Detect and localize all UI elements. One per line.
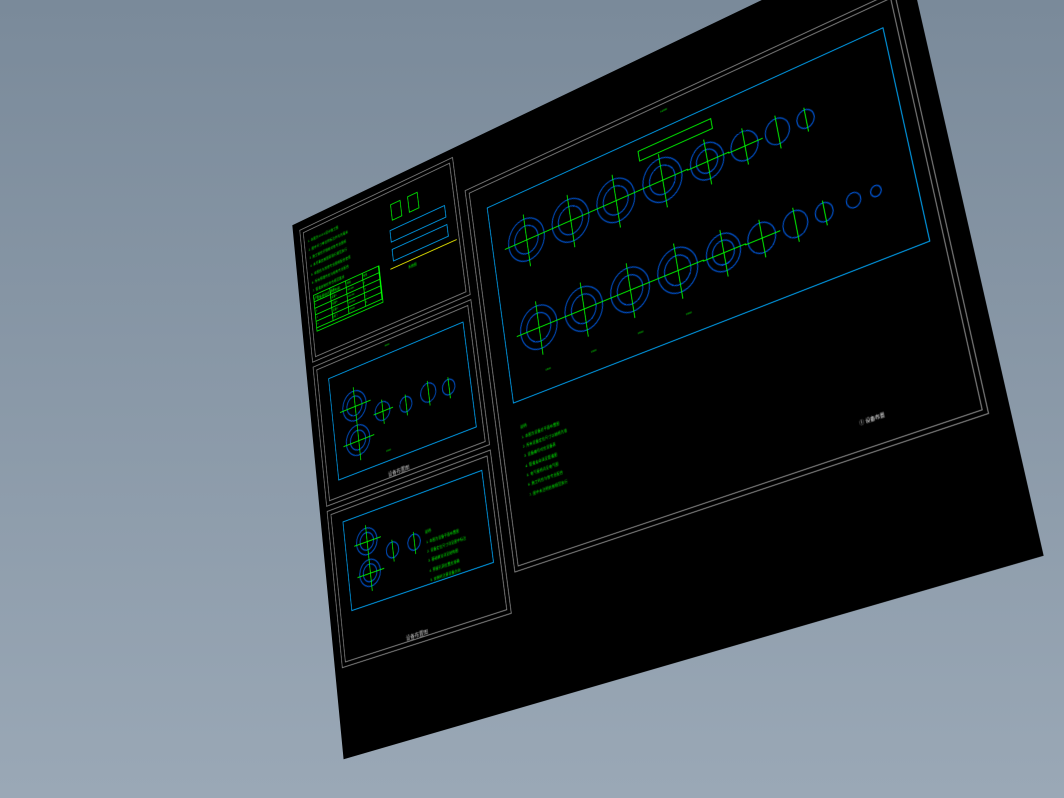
equipment-circle-s3-4	[407, 532, 422, 553]
diagram-label: 系统图	[408, 262, 417, 270]
cross-v	[413, 532, 416, 554]
cv	[719, 230, 728, 277]
eq-r1-c6	[728, 125, 761, 166]
eq-r2-c9	[845, 189, 863, 210]
cross-v	[391, 540, 394, 562]
dim-col-2: 1500	[638, 329, 644, 335]
eq-r2-c3	[607, 260, 653, 320]
eq-r1-c8	[795, 106, 816, 132]
title-box-s4	[638, 118, 713, 162]
ci	[710, 235, 737, 269]
diagram-box1	[390, 200, 402, 221]
equipment-circle-s2-3	[374, 398, 391, 423]
eq-r2-c8	[813, 199, 835, 225]
eq-r1-c2	[549, 191, 592, 249]
ch	[687, 152, 729, 171]
eq-r1-c7	[763, 113, 792, 149]
ci	[694, 144, 721, 178]
ch	[728, 138, 762, 154]
ch	[654, 260, 704, 281]
eq-r1-c5	[687, 136, 727, 187]
sheet4-frame: 12000	[465, 0, 989, 573]
sheet4-main-label: ① 设备布置	[859, 411, 886, 427]
n3-0: 说明:	[425, 528, 432, 535]
cv	[792, 208, 799, 242]
cv	[758, 220, 766, 258]
cv	[741, 128, 749, 165]
dim-total-w: 12000	[660, 107, 667, 114]
cv	[673, 243, 683, 299]
eq-r2-c7	[780, 206, 810, 243]
dim-width-s2: 6000	[385, 342, 390, 347]
dim-col-3: 1500	[686, 310, 692, 316]
equipment-circle-s2-4	[399, 394, 413, 415]
equipment-circle-s2-2	[345, 420, 372, 460]
drawing-canvas: 1. 本图为XXXX设计施工图 2. 图中尺寸单位除标注外均为毫米 3. 施工前…	[292, 0, 1044, 759]
equipment-circle-s2-6	[441, 376, 456, 397]
equipment-circle-s2-5	[419, 380, 437, 406]
equipment-circle-s2-1	[341, 386, 368, 426]
dim-col-0: 1500	[545, 366, 551, 372]
diagram-box2	[407, 192, 419, 213]
eq-r2-c4	[654, 240, 701, 301]
eq-r1-c1	[506, 211, 548, 268]
dim-sp-h: 1500	[386, 448, 391, 453]
drawing-area-s4: 1500 1500 1500 1500	[487, 27, 931, 404]
equipment-circle-s3-1	[355, 524, 379, 558]
sheet4-inner: 12000	[469, 0, 983, 567]
ci	[662, 250, 694, 291]
eq-r2-c5	[703, 227, 744, 278]
cv	[774, 115, 781, 148]
notes-s3: 说明: 1. 本图为设备平面布置图 2. 设备定位尺寸详见图中标注 3. 基础做…	[424, 504, 491, 583]
eq-r1-c3	[594, 171, 639, 230]
cv	[822, 200, 828, 225]
cv	[803, 108, 809, 132]
equipment-circle-s3-2	[358, 556, 382, 591]
eq-r2-c10	[869, 183, 883, 199]
sheet2-title: 设备布置图	[388, 463, 410, 479]
eq-r2-c1	[518, 298, 561, 356]
cross-v	[447, 377, 450, 398]
cross-v	[427, 381, 431, 406]
dim-col-1: 1500	[591, 348, 597, 354]
eq-r2-c6	[745, 217, 779, 258]
sheet3-title: 设备布置图	[405, 627, 428, 643]
cross-v	[405, 394, 408, 415]
equipment-circle-s3-3	[385, 539, 400, 560]
eq-r2-c2	[562, 279, 606, 338]
cad-viewport[interactable]: 1. 本图为XXXX设计施工图 2. 图中尺寸单位除标注外均为毫米 3. 施工前…	[292, 0, 1044, 759]
cv	[703, 139, 712, 184]
ch	[703, 243, 746, 261]
n4-0: 说明:	[520, 422, 528, 429]
eq-r1-c4	[639, 150, 685, 210]
ch	[745, 230, 780, 245]
